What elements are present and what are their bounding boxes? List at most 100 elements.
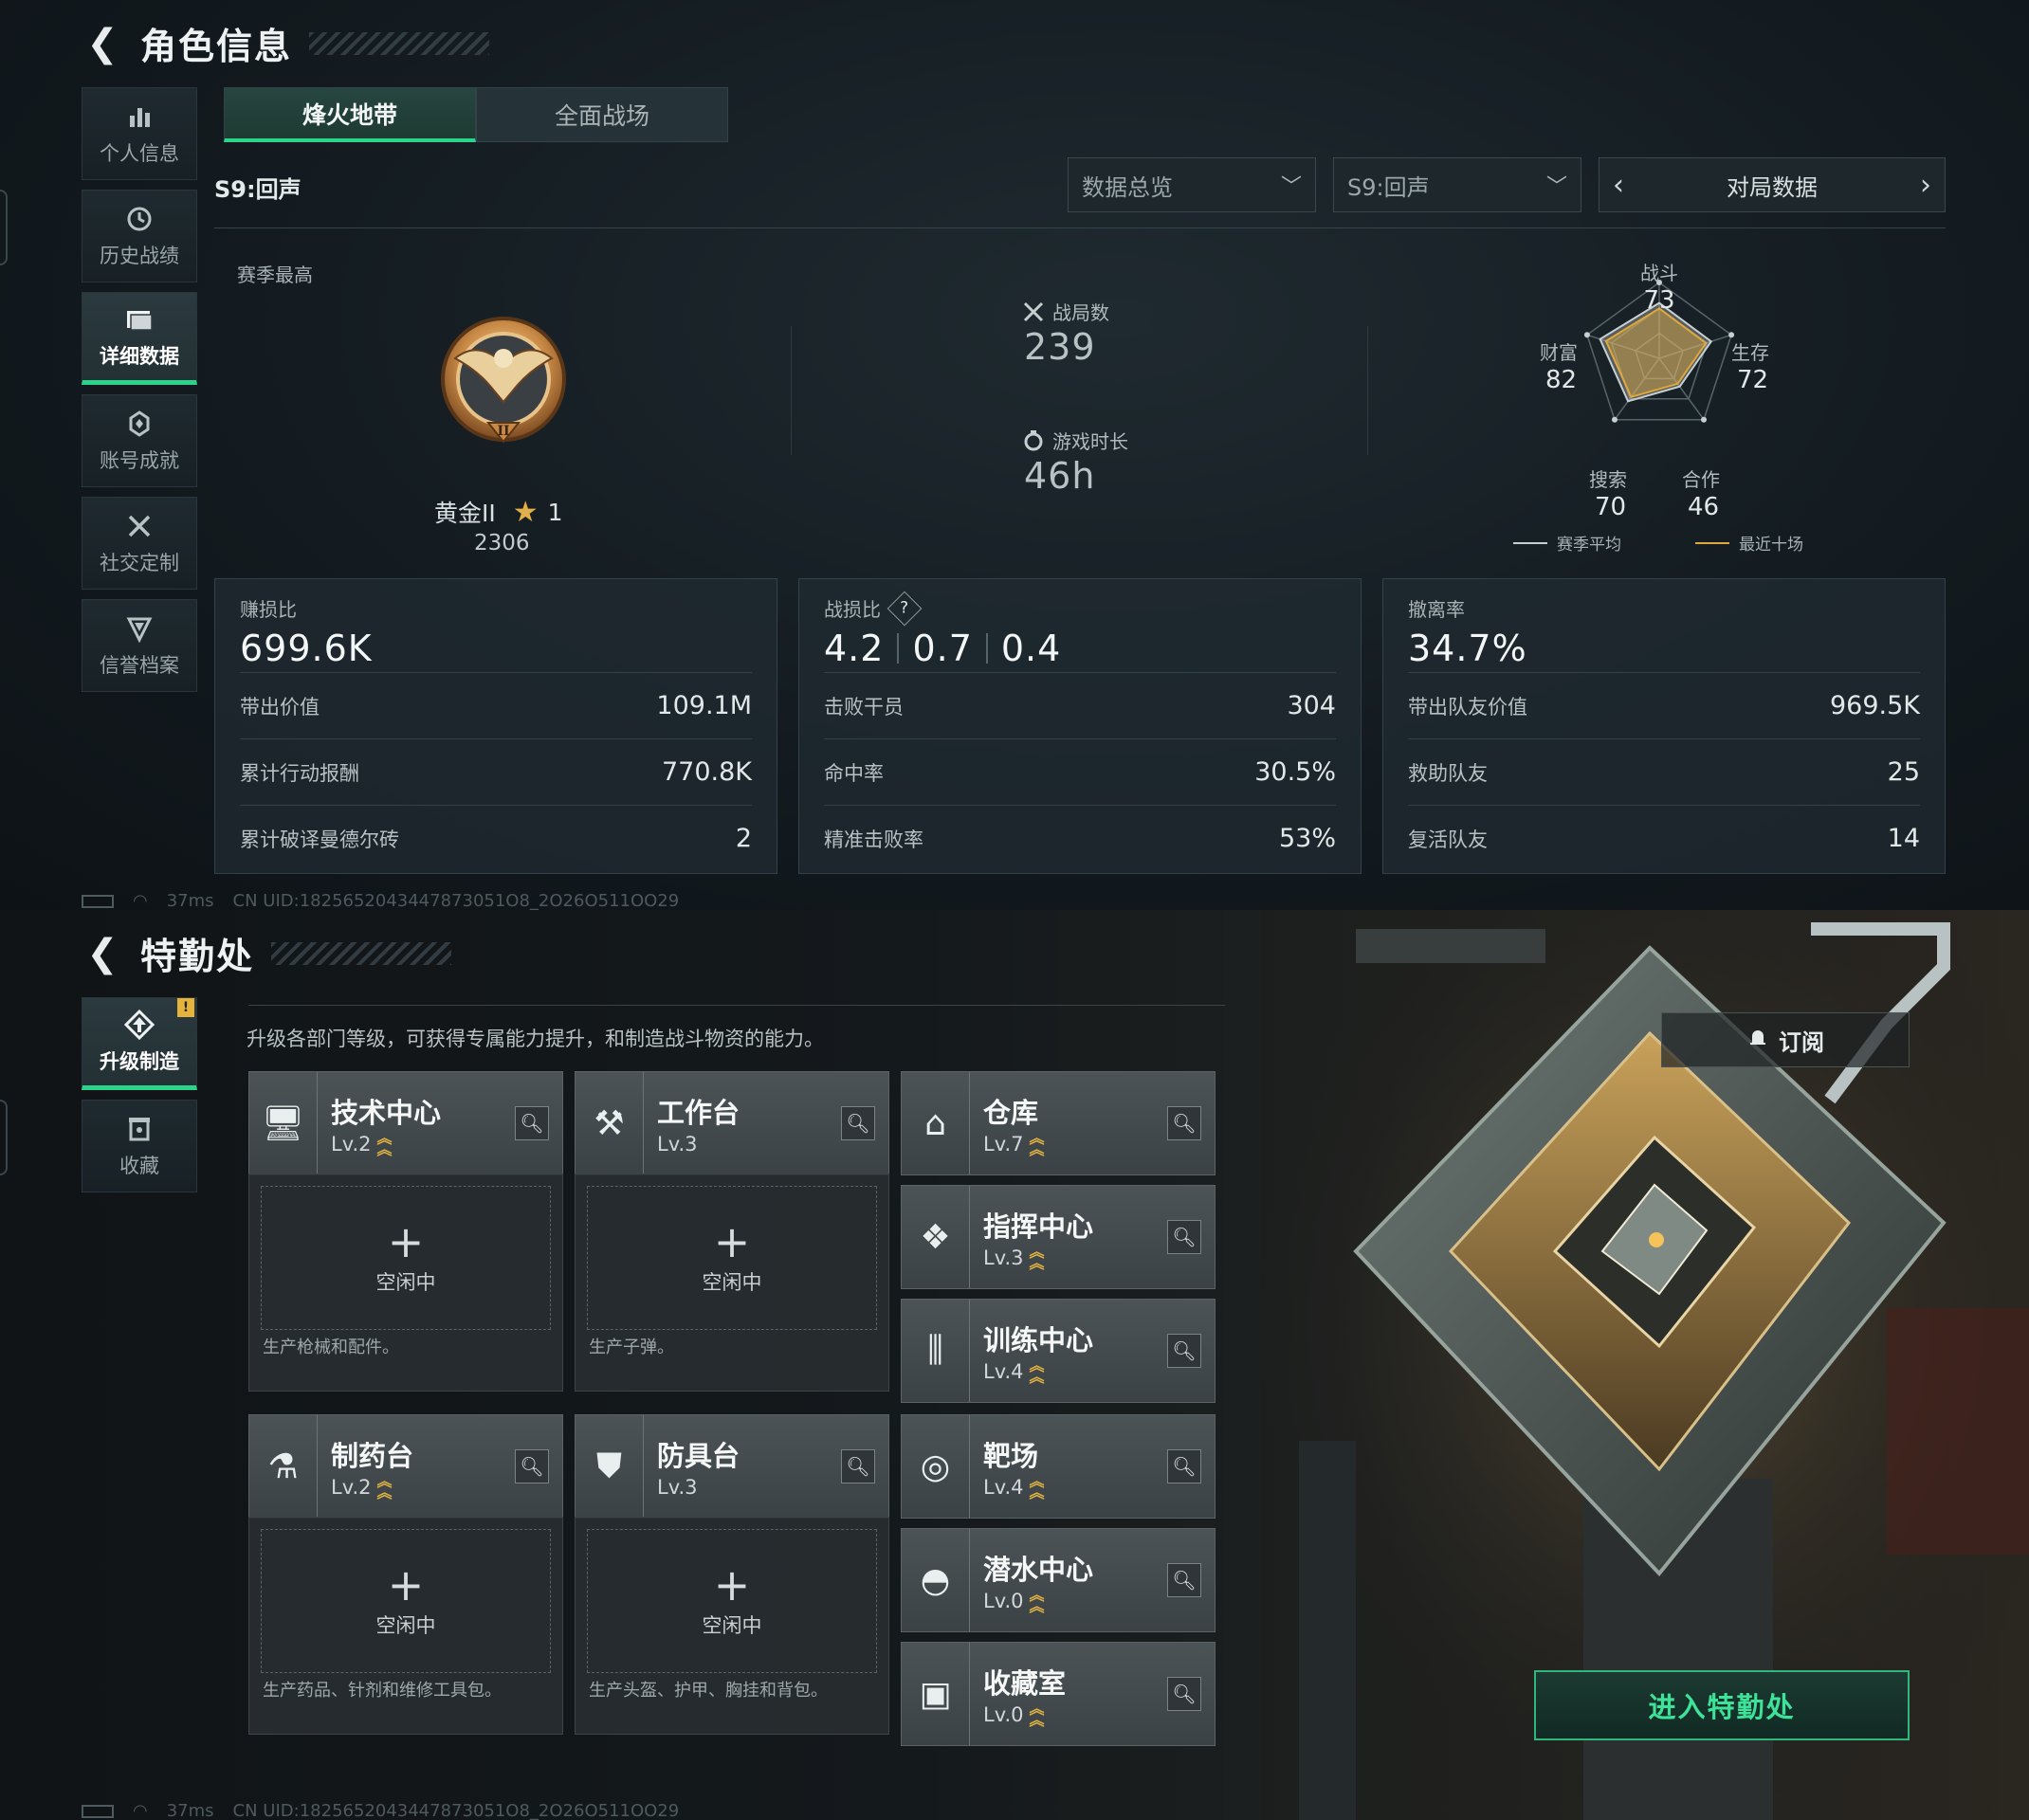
department-level-row: Lv.3 [657,1133,841,1156]
nav-personal-info[interactable]: 个人信息 [82,87,197,180]
enter-special-ops-button[interactable]: 进入特勤处 [1534,1670,1910,1740]
matches-value: 239 [1024,326,1096,368]
slot-description: 生产子弹。 [589,1338,674,1357]
bell-icon [1746,1026,1769,1054]
department-text: 制药台 Lv.2 ︽ ︽ [318,1434,515,1501]
back-button[interactable]: ❮ [82,22,123,65]
nav-upgrade-craft[interactable]: 升级制造 ! [82,997,197,1090]
upgrade-arrows-icon: ︽ ︽ [1029,1586,1045,1615]
department-card[interactable]: 🖥 技术中心 Lv.2 ︽ ︽ 🔍︎ [248,1071,563,1175]
stat-row: 精准击败率 53% [824,805,1336,871]
battery-icon [82,1804,114,1818]
playtime-header: 游戏时长 [1022,427,1128,454]
nav-collection[interactable]: 收藏 [82,1100,197,1192]
department-name: 仓库 [983,1097,1039,1129]
production-slot: + 空闲中 生产枪械和配件。 [248,1174,563,1392]
overview-dropdown[interactable]: 数据总览 ﹀ [1068,157,1316,212]
department-card[interactable]: ⚒ 工作台 Lv.3 🔍︎ [575,1071,889,1175]
department-level-row: Lv.2 ︽ ︽ [331,1474,515,1501]
edge-handle [0,190,8,265]
department-level: Lv.4 [983,1476,1024,1499]
tab-fire-zone[interactable]: 烽火地带 [224,87,476,142]
nav-detailed-data[interactable]: 详细数据 [82,292,197,385]
department-level-row: Lv.3 ︽ ︽ [983,1245,1167,1271]
department-card[interactable]: ◓ 潜水中心 Lv.0 ︽ ︽ 🔍︎ [901,1528,1216,1632]
add-production-button[interactable]: + 空闲中 [587,1186,877,1330]
stat-row: 带出价值 109.1M [240,672,752,738]
search-icon[interactable]: 🔍︎ [1167,1677,1201,1711]
search-icon[interactable]: 🔍︎ [1167,1106,1201,1140]
department-level: Lv.4 [983,1360,1024,1383]
department-level: Lv.3 [983,1247,1024,1269]
season-dropdown[interactable]: S9:回声 ﹀ [1333,157,1581,212]
divider [791,326,792,455]
chevron-down-icon: ﹀ [1545,175,1567,199]
department-card[interactable]: ⫼ 训练中心 Lv.4 ︽ ︽ 🔍︎ [901,1299,1216,1403]
department-card[interactable]: ⛊ 防具台 Lv.3 🔍︎ [575,1414,889,1519]
search-icon[interactable]: 🔍︎ [515,1106,549,1140]
add-production-button[interactable]: + 空闲中 [261,1186,551,1330]
nav-credit[interactable]: 信誉档案 [82,599,197,692]
search-icon[interactable]: 🔍︎ [1167,1334,1201,1368]
search-icon[interactable]: 🔍︎ [841,1449,875,1483]
profit-card: 赚损比 699.6K 带出价值 109.1M 累计行动报酬 770.8K 累计破译曼… [214,578,777,874]
prev-arrow-icon[interactable]: ‹ [1599,169,1637,202]
upgrade-icon [123,1009,155,1041]
separator [985,633,988,664]
department-text: 仓库 Lv.7 ︽ ︽ [970,1091,1167,1157]
add-production-button[interactable]: + 空闲中 [261,1529,551,1673]
nav-social[interactable]: 社交定制 [82,497,197,590]
stopwatch-icon [1024,429,1043,450]
department-text: 工作台 Lv.3 [644,1091,841,1156]
card-big-value: 34.7% [1408,628,1527,669]
search-icon[interactable]: 🔍︎ [1167,1220,1201,1254]
stat-value: 53% [1278,824,1336,853]
department-level-row: Lv.2 ︽ ︽ [331,1131,515,1157]
search-icon[interactable]: 🔍︎ [1167,1449,1201,1483]
rank-medal-icon: II [441,317,566,444]
rank-stars: 1 [547,498,563,526]
radar-value-coop: 46 [1688,493,1720,521]
slot-status: 空闲中 [375,1614,436,1637]
crossed-swords-icon [1023,301,1044,321]
nav-label: 信誉档案 [100,654,179,677]
department-card[interactable]: ❖ 指挥中心 Lv.3 ︽ ︽ 🔍︎ [901,1185,1216,1289]
department-level: Lv.0 [983,1590,1024,1612]
nav-achievements[interactable]: 账号成就 [82,394,197,487]
subscribe-label: 订阅 [1779,1028,1824,1056]
department-card[interactable]: ◎ 靶场 Lv.4 ︽ ︽ 🔍︎ [901,1414,1216,1519]
slot-status: 空闲中 [702,1271,762,1294]
department-card[interactable]: ⌂ 仓库 Lv.7 ︽ ︽ 🔍︎ [901,1071,1216,1175]
department-card[interactable]: ⚗ 制药台 Lv.2 ︽ ︽ 🔍︎ [248,1414,563,1519]
title-decoration [271,941,452,965]
department-level-row: Lv.3 [657,1476,841,1499]
folder-icon [123,303,155,336]
bar-chart-icon [123,100,155,133]
card-big-value: 4.2 0.7 0.4 [824,628,1336,669]
subscribe-button[interactable]: 订阅 [1661,1012,1910,1067]
battery-icon [82,894,114,908]
back-button[interactable]: ❮ [82,932,123,975]
department-level-row: Lv.0 ︽ ︽ [983,1586,1167,1615]
next-arrow-icon[interactable]: › [1907,169,1945,202]
pager-label: 对局数据 [1727,173,1818,201]
nav-history[interactable]: 历史战绩 [82,190,197,282]
search-icon[interactable]: 🔍︎ [515,1449,549,1483]
department-name: 技术中心 [331,1097,442,1129]
add-production-button[interactable]: + 空闲中 [587,1529,877,1673]
help-icon[interactable]: ? [887,591,923,626]
department-card[interactable]: ▣ 收藏室 Lv.0 ︽ ︽ 🔍︎ [901,1642,1216,1746]
wifi-icon: ◠ [133,1801,148,1820]
armor-icon: ⛊ [576,1415,644,1518]
department-level-row: Lv.4 ︽ ︽ [983,1358,1167,1385]
search-icon[interactable]: 🔍︎ [1167,1563,1201,1597]
kd-value-3: 0.4 [1000,628,1062,669]
tab-full-battlefield[interactable]: 全面战场 [476,87,728,142]
stat-row: 累计行动报酬 770.8K [240,738,752,805]
search-icon[interactable]: 🔍︎ [841,1106,875,1140]
stat-label: 带出队友价值 [1408,695,1527,719]
card-header: 撤离率 [1408,594,1920,622]
stat-label: 带出价值 [240,695,320,719]
achievement-icon [123,408,155,440]
radar-axis-dot [1701,416,1708,423]
